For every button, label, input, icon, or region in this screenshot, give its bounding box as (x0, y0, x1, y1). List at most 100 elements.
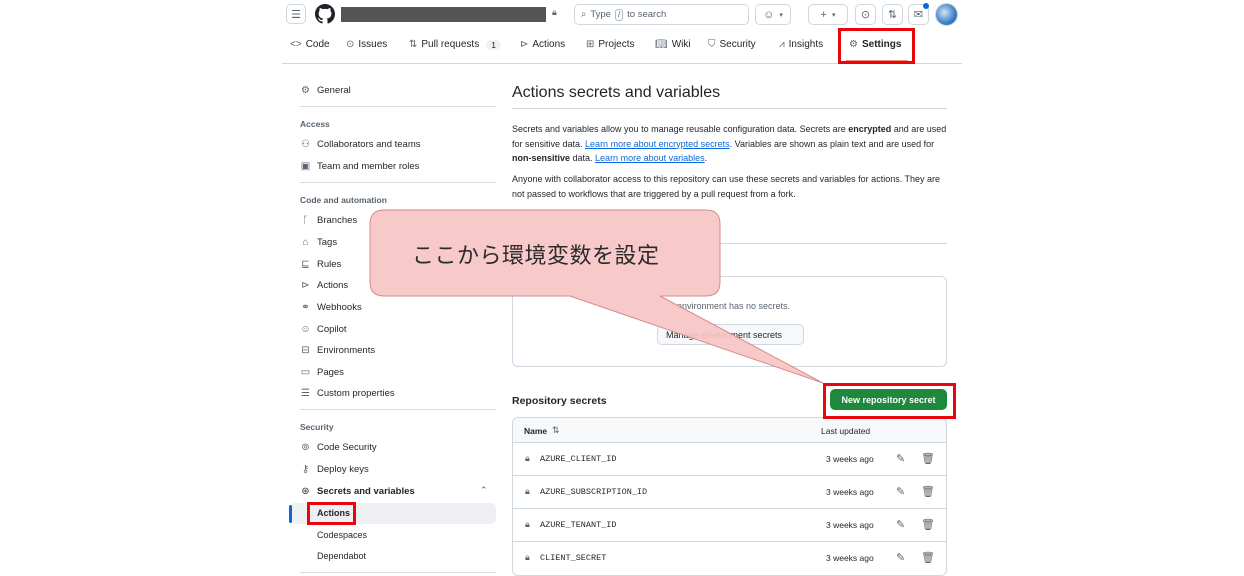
lock-icon: 🔒︎ (525, 519, 530, 529)
code-icon: <> (290, 39, 302, 50)
repository-secrets-heading: Repository secrets (512, 395, 607, 407)
column-header-name[interactable]: Name (524, 426, 547, 436)
sidebar-item-team-roles[interactable]: ▣ Team and member roles (300, 161, 420, 172)
shield-icon: ⛉ (708, 39, 716, 50)
github-logo-icon[interactable] (315, 4, 335, 24)
sidebar-item-webhooks[interactable]: ⚭ Webhooks (300, 302, 361, 313)
browser-icon: ▭ (300, 367, 311, 378)
sidebar-item-secrets-variables[interactable]: ⊛ Secrets and variables (300, 486, 414, 497)
sidebar-divider (300, 572, 496, 573)
play-icon: ⊳ (301, 280, 310, 291)
secret-name: AZURE_SUBSCRIPTION_ID (540, 487, 648, 497)
pencil-icon[interactable]: ✎ (896, 485, 905, 498)
tab-insights[interactable]: ⩘ Insights (779, 39, 823, 50)
title-divider (512, 108, 947, 109)
search-input[interactable]: ⌕ Type / to search (574, 4, 749, 25)
repository-name-redacted[interactable] (341, 7, 546, 22)
tab-code[interactable]: <> Code (290, 39, 330, 50)
search-shortcut-key: / (614, 8, 624, 21)
column-header-last-updated: Last updated (821, 426, 871, 436)
issue-icon: ⊙ (860, 9, 871, 21)
secret-updated: 3 weeks ago (826, 553, 874, 563)
sidebar-item-actions[interactable]: ⊳ Actions (300, 280, 348, 291)
table-row: 🔒︎ AZURE_CLIENT_ID 3 weeks ago ✎ 🗑︎ (513, 443, 946, 476)
issue-icon: ⊙ (346, 39, 355, 50)
sidebar-subitem-dependabot[interactable]: Dependabot (317, 551, 366, 561)
sidebar-item-pages[interactable]: ▭ Pages (300, 367, 344, 378)
access-paragraph: Anyone with collaborator access to this … (512, 174, 941, 199)
chevron-down-icon: ▾ (831, 11, 836, 19)
pencil-icon[interactable]: ✎ (896, 518, 905, 531)
sidebar-item-code-security[interactable]: ⊚ Code Security (300, 442, 376, 453)
pencil-icon[interactable]: ✎ (896, 452, 905, 465)
lock-icon: 🔒︎ (525, 486, 530, 496)
sort-icon[interactable]: ⇅ (552, 425, 560, 436)
tab-projects[interactable]: ⊞ Projects (586, 39, 635, 50)
avatar[interactable] (935, 3, 958, 26)
issues-button[interactable]: ⊙ (855, 4, 876, 25)
table-row: 🔒︎ CLIENT_SECRET 3 weeks ago ✎ 🗑︎ (513, 542, 946, 575)
tab-wiki[interactable]: 📖︎ Wiki (655, 39, 691, 50)
sidebar-item-tags[interactable]: ⌂ Tags (300, 237, 337, 248)
tab-security[interactable]: ⛉ Security (708, 39, 756, 50)
pull-requests-button[interactable]: ⇅ (882, 4, 903, 25)
copilot-icon: ☺ (300, 324, 311, 335)
tag-icon: ⌂ (302, 237, 309, 248)
sidebar-heading-access: Access (300, 119, 330, 129)
tab-pull-requests[interactable]: ⇅ Pull requests 1 (409, 39, 501, 50)
sidebar-active-indicator (289, 505, 292, 523)
sidebar-divider (300, 409, 496, 410)
actions-highlight-box (307, 502, 356, 525)
sidebar-divider (300, 106, 496, 107)
sidebar-subitem-codespaces[interactable]: Codespaces (317, 530, 367, 540)
pull-request-count: 1 (486, 39, 501, 50)
environment-empty-text: environment has no secrets. (677, 301, 791, 311)
trash-icon[interactable]: 🗑︎ (921, 518, 935, 531)
sidebar-item-copilot[interactable]: ☺ Copilot (300, 324, 346, 335)
sidebar-item-branches[interactable]: ᚴ Branches (300, 215, 358, 226)
intro-paragraph: Secrets and variables allow you to manag… (512, 124, 947, 163)
pencil-icon[interactable]: ✎ (896, 551, 905, 564)
new-secret-highlight-box (823, 383, 956, 419)
learn-secrets-link[interactable]: Learn more about encrypted secrets (585, 139, 730, 149)
sidebar-item-environments[interactable]: ⊟ Environments (300, 345, 375, 356)
id-badge-icon: ▣ (300, 161, 311, 172)
sidebar-item-collaborators[interactable]: ⚇ Collaborators and teams (300, 139, 420, 150)
table-header: Name ⇅ Last updated (513, 418, 946, 443)
table-row: 🔒︎ AZURE_TENANT_ID 3 weeks ago ✎ 🗑︎ (513, 509, 946, 542)
tab-actions[interactable]: ⊳ Actions (520, 39, 565, 50)
graph-icon: ⩘ (779, 39, 785, 50)
chevron-down-icon: ▾ (779, 11, 783, 19)
pull-request-icon: ⇅ (887, 9, 898, 21)
trash-icon[interactable]: 🗑︎ (921, 485, 935, 498)
learn-variables-link[interactable]: Learn more about variables (595, 153, 705, 163)
rules-icon: ⊑ (301, 259, 310, 270)
people-icon: ⚇ (301, 139, 310, 150)
sidebar-item-general[interactable]: ⚙ General (300, 85, 351, 96)
key-icon: ⚷ (301, 464, 310, 475)
manage-environment-secrets-button[interactable]: Manage environment secrets (657, 324, 804, 345)
lock-icon: 🔒︎ (525, 453, 530, 463)
secret-name: CLIENT_SECRET (540, 553, 607, 563)
create-new-button[interactable]: + ▾ (808, 4, 848, 25)
inbox-icon: ✉ (913, 9, 924, 21)
pull-request-icon: ⇅ (409, 39, 418, 50)
webhook-icon: ⚭ (301, 302, 310, 313)
copilot-menu-button[interactable]: ☺ ▾ (755, 4, 791, 25)
sidebar-divider (300, 182, 496, 183)
tab-issues[interactable]: ⊙ Issues (346, 39, 387, 50)
codescan-icon: ⊚ (301, 442, 310, 453)
sidebar-heading-code-automation: Code and automation (300, 195, 387, 205)
hamburger-menu-button[interactable]: ☰ (286, 4, 306, 24)
chevron-up-icon[interactable]: ⌃ (480, 485, 488, 496)
trash-icon[interactable]: 🗑︎ (921, 452, 935, 465)
table-row: 🔒︎ AZURE_SUBSCRIPTION_ID 3 weeks ago ✎ 🗑… (513, 476, 946, 509)
note-icon: ☰ (301, 388, 310, 399)
secret-name: AZURE_TENANT_ID (540, 520, 617, 530)
sidebar-item-deploy-keys[interactable]: ⚷ Deploy keys (300, 464, 369, 475)
secret-updated: 3 weeks ago (826, 487, 874, 497)
asterisk-box-icon: ⊛ (301, 486, 310, 497)
sidebar-item-custom-properties[interactable]: ☰ Custom properties (300, 388, 395, 399)
sidebar-item-rules[interactable]: ⊑ Rules (300, 259, 341, 270)
trash-icon[interactable]: 🗑︎ (921, 551, 935, 564)
